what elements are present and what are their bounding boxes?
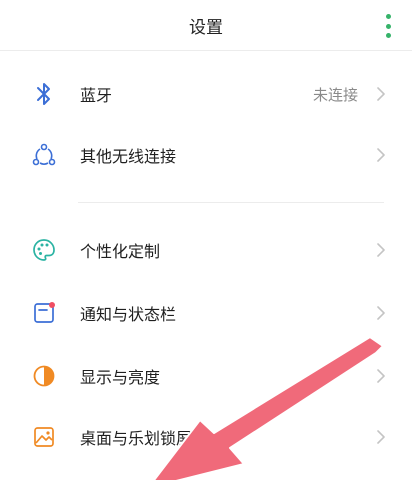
settings-item-personalization[interactable]: 个性化定制	[0, 220, 412, 280]
chevron-right-icon	[377, 148, 385, 162]
settings-item-label: 其他无线连接	[80, 147, 177, 166]
page-title: 设置	[189, 17, 223, 38]
wireless-share-icon	[30, 141, 58, 169]
wallpaper-icon	[30, 423, 58, 451]
settings-item-label: 通知与状态栏	[80, 305, 177, 324]
brightness-icon	[30, 362, 58, 390]
app-header: 设置	[0, 0, 412, 51]
settings-item-label: 显示与亮度	[80, 368, 161, 387]
settings-item-display[interactable]: 显示与亮度	[0, 346, 412, 406]
bluetooth-status: 未连接	[312, 85, 358, 104]
settings-item-other-wireless[interactable]: 其他无线连接	[0, 125, 412, 185]
bluetooth-icon	[30, 80, 58, 108]
palette-icon	[30, 236, 58, 264]
settings-item-notifications[interactable]: 通知与状态栏	[0, 283, 412, 343]
settings-item-desktop-lockscreen[interactable]: 桌面与乐划锁屏	[0, 407, 412, 467]
settings-item-label: 桌面与乐划锁屏	[80, 429, 193, 448]
settings-item-label: 蓝牙	[80, 86, 113, 105]
notification-icon	[30, 299, 58, 327]
chevron-right-icon	[377, 306, 385, 320]
section-divider	[78, 202, 384, 203]
chevron-right-icon	[377, 87, 385, 101]
settings-item-label: 个性化定制	[80, 242, 161, 261]
settings-item-bluetooth[interactable]: 蓝牙 未连接	[0, 64, 412, 124]
chevron-right-icon	[377, 243, 385, 257]
chevron-right-icon	[377, 430, 385, 444]
chevron-right-icon	[377, 369, 385, 383]
more-vertical-icon[interactable]	[382, 14, 394, 38]
